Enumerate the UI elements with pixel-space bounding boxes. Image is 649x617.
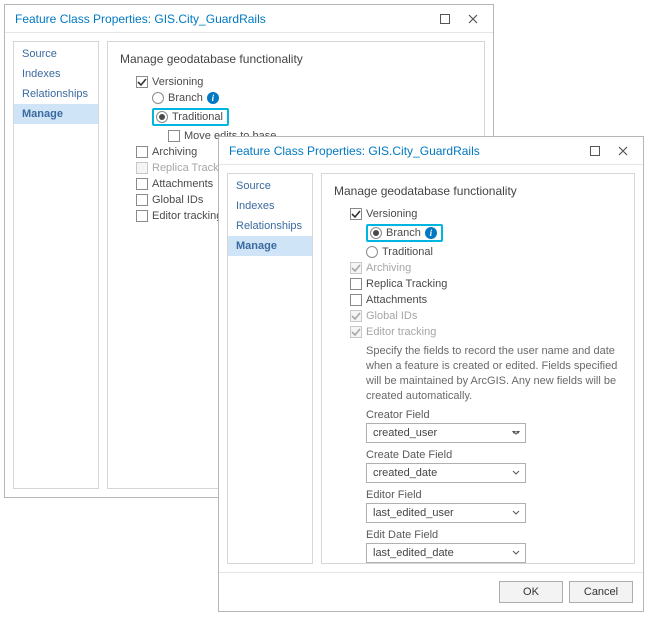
chevron-down-icon [511,468,521,478]
replica-row[interactable]: Replica Tracking [334,276,622,292]
branch-row[interactable]: Branch i [120,90,472,106]
versioning-checkbox[interactable] [350,208,362,220]
archiving-checkbox[interactable] [136,146,148,158]
editortracking-description: Specify the fields to record the user na… [334,340,622,409]
create-date-combo[interactable]: created_date [366,463,526,483]
attachments-row[interactable]: Attachments [334,292,622,308]
sidebar-item-source[interactable]: Source [14,44,98,64]
maximize-button[interactable] [581,140,609,162]
titlebar: Feature Class Properties: GIS.City_Guard… [5,5,493,33]
globalids-label: Global IDs [366,310,417,322]
cancel-button[interactable]: Cancel [569,581,633,603]
move-edits-checkbox[interactable] [168,130,180,142]
versioning-label: Versioning [152,76,203,88]
titlebar: Feature Class Properties: GIS.City_Guard… [219,137,643,165]
window-title: Feature Class Properties: GIS.City_Guard… [229,144,581,158]
close-button[interactable] [609,140,637,162]
content-panel: Manage geodatabase functionality Version… [321,173,635,564]
sidebar-item-indexes[interactable]: Indexes [228,196,312,216]
edit-date-value: last_edited_date [373,547,454,559]
sidebar-item-manage[interactable]: Manage [228,236,312,256]
replica-checkbox[interactable] [350,278,362,290]
traditional-row[interactable]: Traditional [334,244,622,260]
dialog-footer: OK Cancel [219,572,643,611]
editor-field-label: Editor Field [366,489,622,501]
versioning-checkbox[interactable] [136,76,148,88]
branch-label: Branch [386,227,421,239]
editor-field-value: last_edited_user [373,507,454,519]
close-button[interactable] [459,8,487,30]
traditional-row[interactable]: Traditional [120,106,472,128]
sidebar: Source Indexes Relationships Manage [227,173,313,564]
branch-radio[interactable] [370,227,382,239]
window-title: Feature Class Properties: GIS.City_Guard… [15,12,431,26]
edit-date-combo[interactable]: last_edited_date [366,543,526,563]
traditional-label: Traditional [382,246,433,258]
create-date-label: Create Date Field [366,449,622,461]
properties-window-2: Feature Class Properties: GIS.City_Guard… [218,136,644,612]
traditional-label: Traditional [172,111,223,123]
archiving-checkbox [350,262,362,274]
sidebar-item-relationships[interactable]: Relationships [14,84,98,104]
create-date-value: created_date [373,467,437,479]
traditional-radio[interactable] [156,111,168,123]
sidebar: Source Indexes Relationships Manage [13,41,99,489]
attachments-label: Attachments [152,178,213,190]
editortracking-label: Editor tracking [152,210,222,222]
sidebar-item-relationships[interactable]: Relationships [228,216,312,236]
archiving-label: Archiving [152,146,197,158]
editortracking-checkbox[interactable] [136,210,148,222]
maximize-button[interactable] [431,8,459,30]
globalids-row: Global IDs [334,308,622,324]
attachments-checkbox[interactable] [350,294,362,306]
branch-row[interactable]: Branch i [334,222,622,244]
creator-field-value: created_user [373,427,437,439]
editortracking-label: Editor tracking [366,326,436,338]
branch-highlight: Branch i [366,224,443,242]
archiving-label: Archiving [366,262,411,274]
attachments-checkbox[interactable] [136,178,148,190]
chevron-down-icon [511,428,521,438]
creator-field-label: Creator Field [366,409,622,421]
editortracking-checkbox [350,326,362,338]
sidebar-item-source[interactable]: Source [228,176,312,196]
creator-field-combo[interactable]: created_user [366,423,526,443]
archiving-row: Archiving [334,260,622,276]
globalids-checkbox[interactable] [136,194,148,206]
editortracking-row: Editor tracking [334,324,622,340]
globalids-checkbox [350,310,362,322]
replica-checkbox [136,162,148,174]
branch-label: Branch [168,92,203,104]
content-heading: Manage geodatabase functionality [120,52,472,66]
sidebar-item-manage[interactable]: Manage [14,104,98,124]
branch-radio[interactable] [152,92,164,104]
edit-date-label: Edit Date Field [366,529,622,541]
sidebar-item-indexes[interactable]: Indexes [14,64,98,84]
content-heading: Manage geodatabase functionality [334,184,622,198]
info-icon[interactable]: i [207,92,219,104]
traditional-radio[interactable] [366,246,378,258]
chevron-down-icon [511,508,521,518]
traditional-highlight: Traditional [152,108,229,126]
versioning-label: Versioning [366,208,417,220]
attachments-label: Attachments [366,294,427,306]
globalids-label: Global IDs [152,194,203,206]
versioning-row[interactable]: Versioning [120,74,472,90]
info-icon[interactable]: i [425,227,437,239]
chevron-down-icon [511,548,521,558]
editor-field-combo[interactable]: last_edited_user [366,503,526,523]
ok-button[interactable]: OK [499,581,563,603]
versioning-row[interactable]: Versioning [334,206,622,222]
replica-label: Replica Tracking [366,278,447,290]
